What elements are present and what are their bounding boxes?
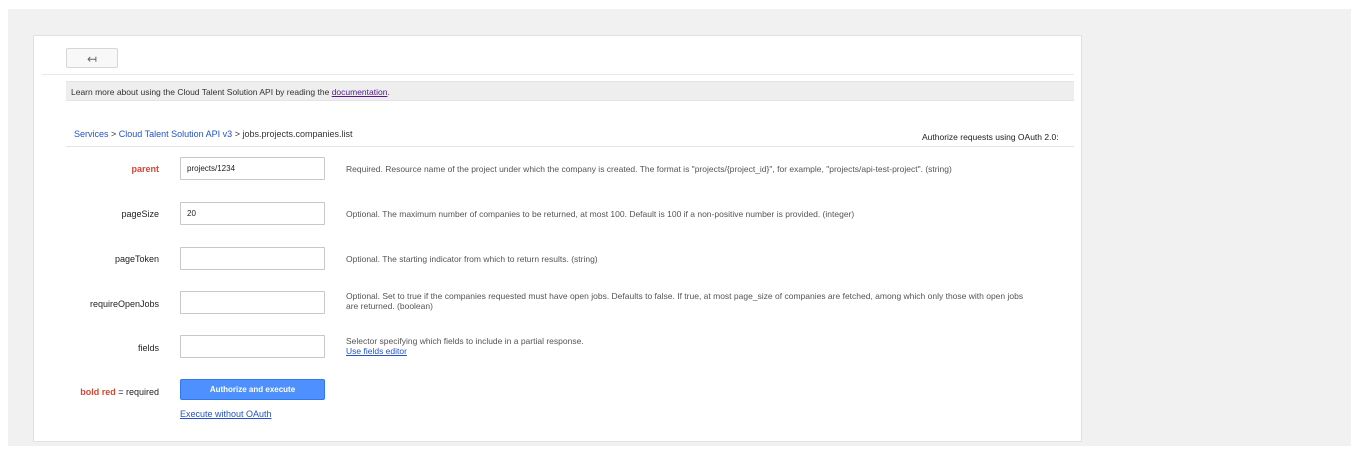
param-description-pagesize: Optional. The maximum number of companie… xyxy=(346,209,855,219)
page-frame: ↤ Learn more about using the Cloud Talen… xyxy=(8,9,1351,446)
info-bar: Learn more about using the Cloud Talent … xyxy=(66,81,1074,101)
param-label-parent: parent xyxy=(131,164,159,174)
description-line: Optional. Set to true if the companies r… xyxy=(346,291,1024,301)
api-explorer-panel: ↤ Learn more about using the Cloud Talen… xyxy=(33,35,1082,442)
parent-input[interactable] xyxy=(180,157,325,180)
divider xyxy=(66,146,1074,147)
param-description-pagetoken: Optional. The starting indicator from wh… xyxy=(346,254,598,264)
legend-text: = required xyxy=(115,387,159,397)
api-explorer-content: ↤ Learn more about using the Cloud Talen… xyxy=(42,44,1074,433)
param-label-pagetoken: pageToken xyxy=(114,254,159,264)
param-label-requireopenjobs: requireOpenJobs xyxy=(89,299,159,309)
breadcrumb-separator: > xyxy=(232,129,243,139)
legend-bold-red: bold red xyxy=(80,387,116,397)
documentation-link[interactable]: documentation xyxy=(332,87,388,97)
authorize-and-execute-button[interactable]: Authorize and execute xyxy=(180,379,325,400)
breadcrumb-services-link[interactable]: Services xyxy=(74,129,109,139)
param-label-pagesize: pageSize xyxy=(121,209,159,219)
execute-without-oauth-link[interactable]: Execute without OAuth xyxy=(180,409,272,419)
param-description-requireopenjobs: Optional. Set to true if the companies r… xyxy=(346,291,1074,311)
breadcrumb-separator: > xyxy=(108,129,119,139)
pagesize-input[interactable] xyxy=(180,202,325,225)
fields-input[interactable] xyxy=(180,335,325,358)
breadcrumb-method: jobs.projects.companies.list xyxy=(242,129,353,139)
param-description-fields: Selector specifying which fields to incl… xyxy=(346,336,1074,356)
description-line: Selector specifying which fields to incl… xyxy=(346,336,584,346)
param-label-fields: fields xyxy=(137,343,159,353)
back-arrow-icon: ↤ xyxy=(86,52,98,66)
info-text-end: . xyxy=(387,87,390,97)
authorize-oauth-label: Authorize requests using OAuth 2.0: xyxy=(922,132,1059,142)
pagetoken-input[interactable] xyxy=(180,247,325,270)
back-button[interactable]: ↤ xyxy=(66,48,118,68)
breadcrumb: Services > Cloud Talent Solution API v3 … xyxy=(74,129,353,139)
required-legend: bold red = required xyxy=(42,387,159,397)
breadcrumb-api-link[interactable]: Cloud Talent Solution API v3 xyxy=(119,129,232,139)
param-description-parent: Required. Resource name of the project u… xyxy=(346,164,952,174)
divider xyxy=(42,74,1074,75)
use-fields-editor-link[interactable]: Use fields editor xyxy=(346,346,407,356)
requireopenjobs-input[interactable] xyxy=(180,291,325,314)
description-line: are returned. (boolean) xyxy=(346,301,433,311)
info-text: Learn more about using the Cloud Talent … xyxy=(71,87,332,97)
